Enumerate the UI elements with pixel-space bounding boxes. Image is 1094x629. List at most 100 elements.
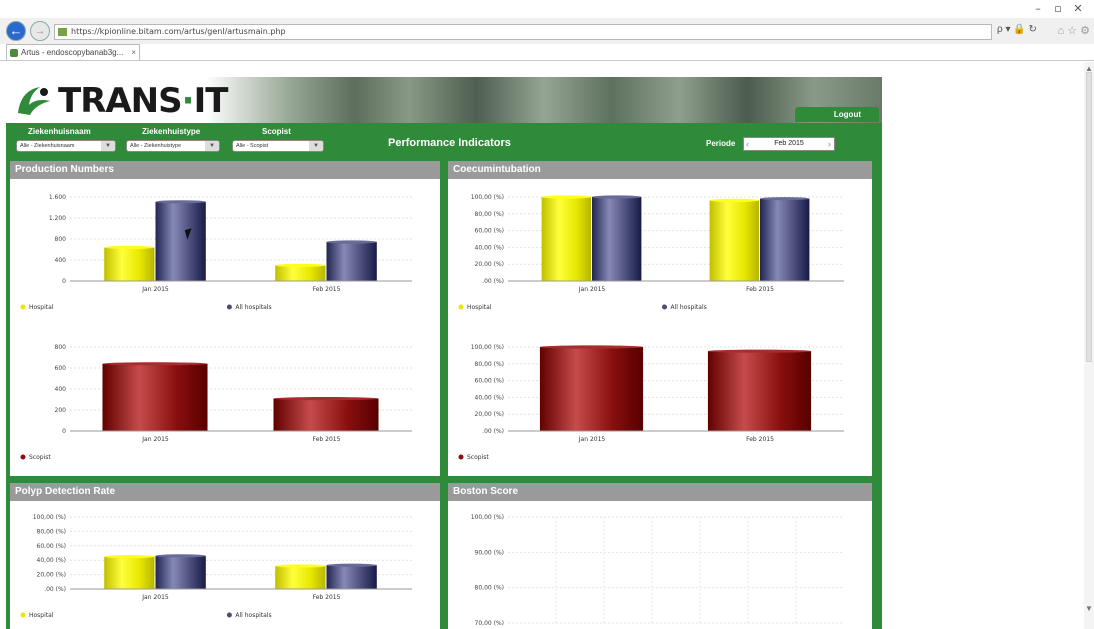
scrollbar-thumb[interactable] [1086, 72, 1092, 362]
x-category-label: Feb 2015 [313, 436, 341, 443]
y-tick-label: 40,00 (%) [37, 557, 66, 564]
y-tick-label: 60,00 (%) [475, 378, 504, 385]
header-banner: TRANS·IT Logout [6, 77, 882, 123]
production-panel: Production Numbers 0 400 800 1.200 1.600 Jan … [10, 161, 440, 476]
tab-strip-divider [0, 60, 1094, 61]
ziekenhuistype-value: Alle - Ziekenhuistype [130, 143, 182, 149]
scopist-value: Alle - Scopist [236, 143, 269, 149]
legend-swatch [458, 454, 464, 460]
address-tools[interactable]: ρ ▾ 🔒 ↻ [997, 24, 1037, 35]
bar-top [326, 563, 377, 567]
dashboard-app: TRANS·IT Logout Ziekenhuisnaam Alle - Zi… [6, 77, 882, 629]
y-tick-label: 60,00 (%) [37, 543, 66, 550]
legend-swatch [662, 304, 668, 310]
legend-label: All hospitals [235, 612, 271, 619]
logo-wordmark: TRANS·IT [58, 81, 228, 121]
chevron-down-icon: ▼ [205, 141, 219, 151]
browser-window: – ▫ ✕ ← → https://kpionline.bitam.com/artu… [0, 0, 1094, 629]
boston-panel: Boston Score 70,00 (%) 80,00 (%) 90,00 (%)… [448, 483, 872, 629]
bar-top [104, 245, 155, 249]
bar-all-hospitals [326, 242, 377, 281]
browser-tools-icons[interactable]: ⌂ ☆ ⚙ [1058, 24, 1090, 37]
bar-all-hospitals [760, 198, 810, 281]
maximize-icon[interactable]: ▫ [1048, 2, 1068, 15]
bar-top [155, 554, 206, 558]
ziekenhuisnaam-label: Ziekenhuisnaam [28, 127, 91, 136]
y-tick-label: 20,00 (%) [475, 411, 504, 418]
bar-top [275, 263, 326, 267]
bar-scopist [102, 363, 208, 431]
scroll-up-icon[interactable]: ▲ [1085, 64, 1093, 73]
bar-top [760, 197, 810, 201]
bar-hospital [709, 200, 759, 281]
bar-all-hospitals [155, 555, 206, 589]
trans-it-logo-icon [18, 87, 50, 115]
y-tick-label: 80,00 (%) [37, 528, 66, 535]
y-tick-label: .00 (%) [482, 428, 504, 435]
page-title: Performance Indicators [388, 137, 511, 149]
y-tick-label: .00 (%) [482, 278, 504, 285]
forward-button[interactable]: → [30, 21, 50, 41]
legend-label: Hospital [467, 304, 492, 311]
site-icon [58, 28, 67, 36]
bar-scopist [707, 351, 812, 431]
ziekenhuisnaam-value: Alle - Ziekenhuisnaam [20, 143, 75, 149]
bar-top [539, 345, 644, 349]
x-category-label: Jan 2015 [578, 286, 606, 293]
window-controls: – ▫ ✕ [1028, 2, 1088, 15]
y-tick-label: 100,00 (%) [471, 514, 504, 521]
legend-swatch [20, 454, 26, 460]
legend-label: Scopist [29, 454, 51, 461]
bar-top [326, 240, 377, 244]
y-tick-label: 100,00 (%) [471, 344, 504, 351]
x-category-label: Feb 2015 [746, 286, 774, 293]
y-tick-label: 40,00 (%) [475, 394, 504, 401]
y-tick-label: 40,00 (%) [475, 244, 504, 251]
tab-close-icon[interactable]: × [131, 45, 136, 60]
next-period-icon[interactable]: › [828, 138, 831, 150]
bar-scopist [273, 398, 379, 431]
bar-all-hospitals [592, 197, 642, 281]
x-category-label: Jan 2015 [141, 286, 169, 293]
legend-swatch [20, 304, 26, 310]
filter-bar: Ziekenhuisnaam Alle - Ziekenhuisnaam ▼ Zi… [6, 123, 882, 161]
address-bar[interactable]: https://kpionline.bitam.com/artus/genl/a… [54, 24, 992, 40]
minimize-icon[interactable]: – [1028, 2, 1048, 15]
bar-top [273, 397, 379, 401]
back-button[interactable]: ← [6, 21, 26, 41]
legend-label: Hospital [29, 612, 54, 619]
previous-period-icon[interactable]: ‹ [746, 138, 749, 150]
polyp-panel: Polyp Detection Rate .00 (%) 20,00 (%) 40,… [10, 483, 440, 629]
y-tick-label: 70,00 (%) [475, 620, 504, 627]
bar-top [155, 200, 206, 204]
y-tick-label: 0 [62, 278, 66, 285]
bar-top [592, 195, 642, 199]
y-tick-label: 100,00 (%) [33, 514, 66, 521]
periode-picker[interactable]: ‹ Feb 2015 › [743, 137, 835, 151]
y-tick-label: 80,00 (%) [475, 585, 504, 592]
chevron-down-icon: ▼ [101, 141, 115, 151]
browser-tab[interactable]: Artus - endoscopybanab3g... × [6, 44, 140, 61]
y-tick-label: 80,00 (%) [475, 361, 504, 368]
bar-top [104, 555, 155, 559]
tab-favicon-icon [10, 49, 18, 57]
legend-swatch [226, 304, 232, 310]
ziekenhuisnaam-select[interactable]: Alle - Ziekenhuisnaam ▼ [16, 140, 116, 152]
y-tick-label: 90,00 (%) [475, 549, 504, 556]
x-category-label: Jan 2015 [578, 436, 606, 443]
scroll-down-icon[interactable]: ▼ [1085, 604, 1093, 613]
coecum-panel: Coecumintubation .00 (%) 20,00 (%) 40,00 (… [448, 161, 872, 476]
ziekenhuistype-select[interactable]: Alle - Ziekenhuistype ▼ [126, 140, 220, 152]
scopist-select[interactable]: Alle - Scopist ▼ [232, 140, 324, 152]
y-tick-label: 0 [62, 428, 66, 435]
tab-title: Artus - endoscopybanab3g... [21, 48, 124, 57]
logout-button[interactable]: Logout [795, 107, 879, 122]
bar-hospital [275, 265, 326, 281]
y-tick-label: 200 [55, 407, 67, 414]
close-window-icon[interactable]: ✕ [1068, 2, 1088, 15]
bar-top [707, 349, 812, 353]
production-chart-top: 0 400 800 1.200 1.600 Jan 2015 Feb 2015 Hospita… [20, 194, 412, 311]
bar-hospital [275, 565, 326, 589]
y-tick-label: 800 [55, 236, 67, 243]
y-tick-label: 400 [55, 257, 67, 264]
